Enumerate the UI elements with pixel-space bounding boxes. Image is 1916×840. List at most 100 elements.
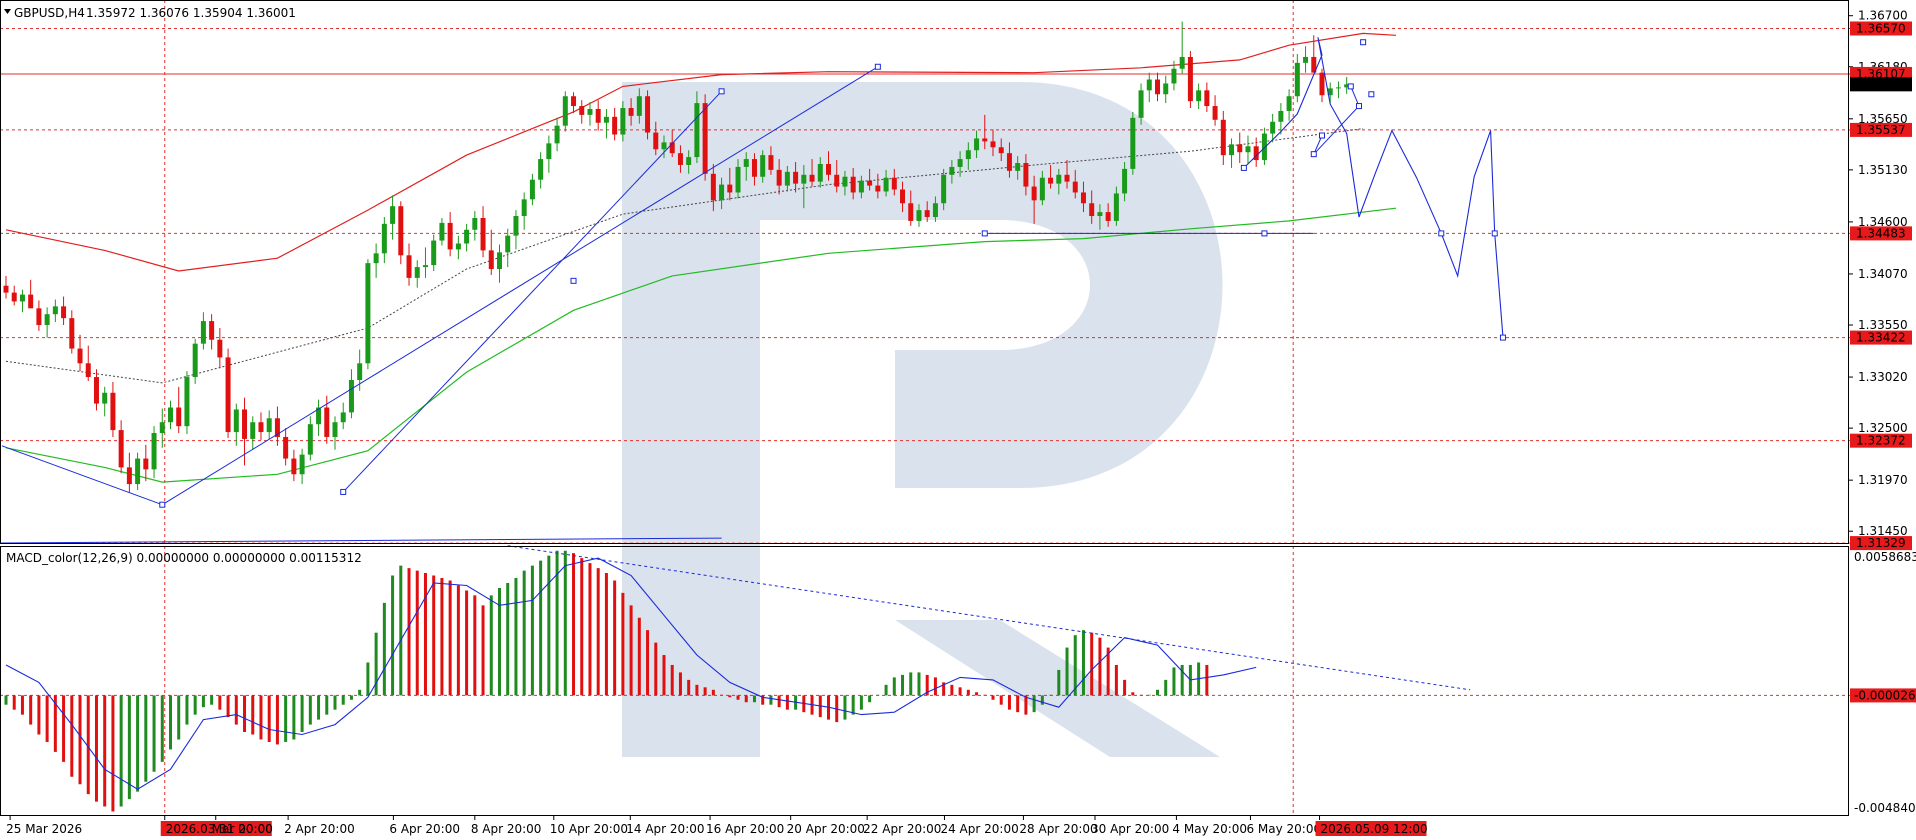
time-tick-label: 6 Apr 20:00 (389, 822, 460, 836)
candle-body (990, 141, 996, 148)
candle-body (44, 314, 50, 326)
candle-body (513, 216, 519, 236)
candle-body (340, 412, 346, 423)
candle-body (291, 458, 297, 475)
candle-body (784, 171, 790, 186)
candle-body (455, 243, 461, 250)
candle-body (19, 294, 25, 302)
candle-body (603, 116, 609, 123)
candle-body (883, 177, 889, 192)
macd-tick-label: -0.0048400 (1854, 801, 1916, 815)
candle-body (793, 171, 799, 184)
candle-body (1237, 144, 1243, 153)
candle-body (554, 125, 560, 144)
candle-body (908, 203, 914, 221)
candle-body (250, 422, 256, 439)
macd-tick-label: 0.0058683 (1854, 550, 1916, 564)
candle-body (1294, 62, 1300, 97)
time-tick-label: 16 Apr 20:00 (706, 822, 784, 836)
candle-body (1146, 79, 1152, 91)
candle-body (834, 174, 840, 187)
chart-canvas: 1.367001.361801.356501.351301.346001.340… (0, 0, 1916, 836)
candle-body (151, 433, 157, 470)
candle-body (751, 159, 757, 177)
triangle-down-icon[interactable] (4, 9, 11, 14)
candle-body (102, 392, 108, 404)
level-tag-label: 1.35537 (1856, 123, 1906, 137)
candle-body (143, 458, 149, 470)
price-tick-label: 1.34070 (1858, 267, 1908, 281)
candle-body (168, 407, 173, 423)
candle-body (1089, 203, 1095, 217)
time-tick-label: 30 Apr 20:00 (1091, 822, 1169, 836)
candle-body (710, 173, 716, 201)
candle-body (61, 306, 67, 319)
candle-body (357, 363, 363, 381)
time-tick-label: 14 Apr 20:00 (626, 822, 704, 836)
candle-body (11, 292, 17, 302)
candle-body (1056, 174, 1062, 184)
candle-body (932, 203, 938, 218)
candle-body (735, 166, 741, 193)
candle-body (924, 210, 930, 218)
candle-body (3, 285, 9, 293)
candle-body (217, 339, 223, 358)
trend-line (1, 537, 722, 544)
candle-body (1122, 168, 1128, 194)
candle-body (192, 343, 198, 378)
time-tick-label: 25 Mar 2026 (6, 822, 82, 836)
candle-body (579, 106, 585, 115)
candle-body (258, 422, 264, 433)
candle-body (159, 422, 165, 434)
candle-body (332, 422, 338, 437)
level-tag-label: 1.31329 (1856, 536, 1906, 550)
candle-body (1138, 90, 1144, 118)
candle-body (538, 159, 544, 180)
time-tick-label: 20 Apr 20:00 (787, 822, 865, 836)
candle-body (867, 180, 873, 186)
macd-tick-label: -0.000026 (1854, 688, 1916, 702)
candle-body (52, 306, 58, 315)
candle-body (941, 174, 947, 204)
time-tick-label: 24 Apr 20:00 (940, 822, 1018, 836)
candle-body (307, 424, 313, 455)
candle-body (1015, 162, 1021, 171)
candle-body (200, 321, 206, 344)
candle-body (1155, 79, 1160, 95)
trend-line (162, 66, 879, 506)
candle-body (348, 380, 354, 413)
candle-body (398, 206, 404, 256)
candle-body (760, 155, 766, 177)
candle-body (998, 147, 1004, 154)
candle-body (900, 189, 906, 204)
candle-body (1220, 119, 1226, 156)
candle-body (595, 108, 601, 123)
candle-body (809, 174, 815, 182)
candle-body (546, 143, 552, 160)
candle-body (225, 357, 231, 433)
level-tag-label: 1.34483 (1856, 226, 1906, 240)
price-tick-label: 1.33020 (1858, 370, 1908, 384)
forecast-marker (1491, 230, 1498, 237)
time-tick-label: 22 Apr 20:00 (863, 822, 941, 836)
candle-body (118, 430, 124, 468)
forecast-tail (1313, 86, 1360, 155)
candle-body (1187, 56, 1193, 102)
candle-body (472, 217, 478, 230)
candle-body (817, 163, 823, 182)
candle-body (1196, 90, 1202, 102)
forecast-marker (1356, 103, 1363, 110)
time-tick-label: 10 Apr 20:00 (550, 822, 628, 836)
candle-body (299, 454, 305, 475)
candle-body (390, 206, 396, 224)
time-axis: 25 Mar 2026 2026.03.31 00:00Mar 20:00 2 Ap… (6, 816, 1428, 836)
candle-body (1204, 90, 1210, 107)
time-tick-label: 8 Apr 20:00 (471, 822, 542, 836)
candle-body (727, 184, 733, 193)
candle-body (1006, 153, 1012, 171)
candle-body (85, 363, 91, 378)
forecast-marker (1319, 132, 1325, 139)
forecast-marker (1499, 334, 1506, 341)
level-tag-label: 1.36001 (1856, 77, 1906, 91)
candle-body (1229, 144, 1235, 156)
